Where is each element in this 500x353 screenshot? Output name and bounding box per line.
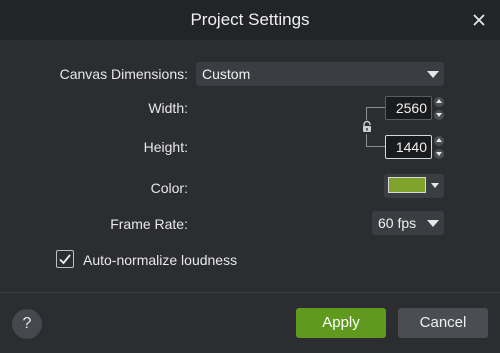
frame-rate-label: Frame Rate:	[110, 216, 188, 232]
color-picker[interactable]	[384, 174, 444, 198]
width-decrement-button[interactable]	[434, 110, 444, 120]
width-increment-button[interactable]	[434, 97, 444, 107]
color-label: Color:	[150, 180, 188, 196]
height-decrement-button[interactable]	[434, 149, 444, 159]
canvas-dimensions-dropdown[interactable]: Custom	[196, 62, 444, 86]
dialog-title: Project Settings	[190, 10, 310, 29]
help-button[interactable]: ?	[12, 309, 42, 339]
auto-normalize-label: Auto-normalize loudness	[83, 252, 238, 268]
chevron-down-icon	[431, 183, 439, 188]
width-input[interactable]: 2560	[385, 96, 432, 120]
chevron-down-icon	[427, 71, 439, 78]
height-increment-button[interactable]	[434, 136, 444, 146]
auto-normalize-checkbox[interactable]	[56, 250, 74, 268]
lock-icon	[363, 120, 371, 132]
close-icon	[473, 14, 485, 26]
canvas-dimensions-value: Custom	[202, 66, 251, 82]
frame-rate-dropdown[interactable]: 60 fps	[372, 211, 444, 235]
color-swatch	[388, 177, 426, 193]
chevron-down-icon	[427, 220, 439, 227]
cancel-button[interactable]: Cancel	[398, 308, 488, 338]
aspect-lock-button[interactable]	[360, 120, 374, 134]
canvas-dimensions-label: Canvas Dimensions:	[59, 66, 188, 82]
apply-button[interactable]: Apply	[296, 308, 386, 338]
close-button[interactable]	[470, 11, 488, 29]
height-label: Height:	[143, 139, 188, 155]
aspect-bracket-bottom	[366, 146, 385, 147]
footer-divider	[0, 292, 500, 293]
aspect-bracket-top	[366, 107, 385, 108]
width-label: Width:	[148, 100, 188, 116]
checkmark-icon	[59, 254, 71, 265]
frame-rate-value: 60 fps	[378, 215, 417, 231]
height-input[interactable]: 1440	[385, 135, 432, 159]
